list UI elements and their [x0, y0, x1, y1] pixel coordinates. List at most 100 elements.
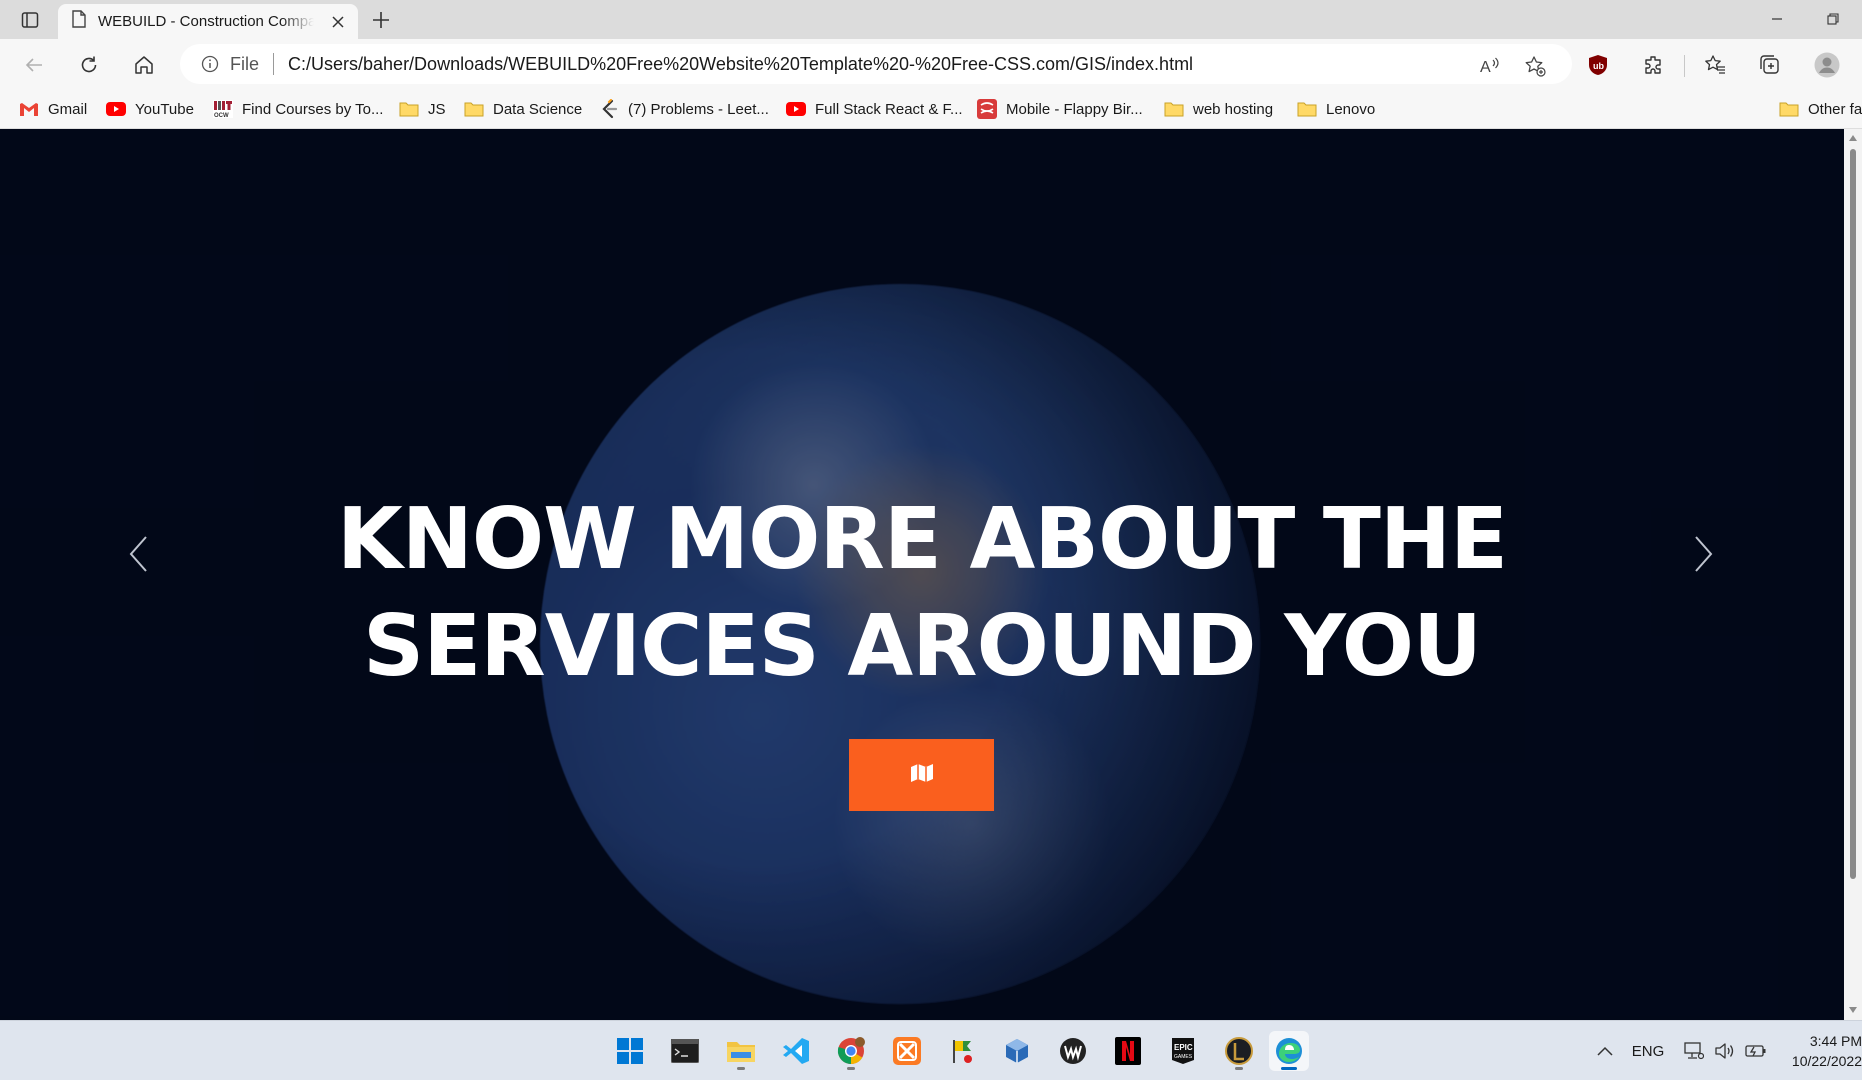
- read-aloud-icon[interactable]: A: [1478, 54, 1502, 78]
- scrollbar-thumb[interactable]: [1850, 149, 1856, 879]
- youtube-icon: [786, 100, 806, 118]
- folder-icon: [1779, 100, 1799, 118]
- volume-icon[interactable]: [1713, 1041, 1735, 1061]
- site-info-icon[interactable]: [200, 54, 220, 74]
- bookmark-leetcode[interactable]: (7) Problems - Leet...: [599, 98, 769, 120]
- clock-date: 10/22/2022: [1791, 1053, 1862, 1069]
- system-clock[interactable]: 3:44 PM 10/22/2022: [1782, 1031, 1862, 1071]
- page-icon: [72, 10, 86, 33]
- network-icon[interactable]: [1683, 1041, 1705, 1061]
- bookmark-folder-lenovo[interactable]: Lenovo: [1297, 98, 1375, 120]
- tab-title: WEBUILD - Construction Company: [98, 13, 314, 30]
- gmail-icon: [19, 100, 39, 118]
- map-icon: [910, 763, 934, 788]
- add-favorite-icon[interactable]: [1523, 54, 1547, 78]
- tab-close-icon[interactable]: [328, 12, 348, 32]
- svg-text:OCW: OCW: [214, 113, 229, 118]
- hero-title-line-2: SERVICES AROUND YOU: [363, 597, 1482, 696]
- bookmark-folder-data-science[interactable]: Data Science: [464, 98, 582, 120]
- windows-taskbar: EPIC GAMES ENG 3:44 PM 10/22/2022: [0, 1020, 1862, 1080]
- favorites-icon[interactable]: [1699, 49, 1731, 81]
- leetcode-icon: [599, 99, 619, 119]
- browser-tab-strip: WEBUILD - Construction Company: [0, 0, 1862, 39]
- app-flag-icon[interactable]: [942, 1031, 982, 1071]
- restore-icon[interactable]: [1820, 6, 1846, 32]
- bookmark-label: Data Science: [493, 100, 583, 118]
- windows-start-icon[interactable]: [610, 1031, 650, 1071]
- bookmark-youtube[interactable]: YouTube: [106, 98, 194, 120]
- folder-icon: [464, 100, 484, 118]
- ublock-extension-icon[interactable]: ub: [1582, 49, 1614, 81]
- bookmark-label: YouTube: [135, 100, 194, 118]
- battery-icon[interactable]: [1743, 1041, 1769, 1061]
- bookmark-label: Gmail: [48, 100, 88, 118]
- netflix-icon[interactable]: [1108, 1031, 1148, 1071]
- carousel-next-icon[interactable]: [1684, 524, 1724, 584]
- bookmark-full-stack-react[interactable]: Full Stack React & F...: [786, 98, 963, 120]
- chrome-icon[interactable]: [831, 1031, 871, 1071]
- clock-time: 3:44 PM: [1809, 1033, 1862, 1049]
- edge-icon[interactable]: [1269, 1031, 1309, 1071]
- bookmark-label: Lenovo: [1326, 100, 1376, 118]
- svg-text:A: A: [1480, 59, 1491, 76]
- bookmark-mobile-flappy-bird[interactable]: Mobile - Flappy Bir...: [977, 98, 1143, 120]
- xampp-icon[interactable]: [887, 1031, 927, 1071]
- running-indicator: [1281, 1067, 1297, 1070]
- hero-map-button[interactable]: [849, 739, 994, 811]
- running-indicator: [737, 1067, 745, 1070]
- folder-icon: [1164, 100, 1184, 118]
- wamp-icon[interactable]: [1053, 1031, 1093, 1071]
- collections-icon[interactable]: [1754, 49, 1786, 81]
- scroll-down-icon[interactable]: [1849, 1007, 1857, 1013]
- svg-text:GAMES: GAMES: [1174, 1054, 1193, 1060]
- running-indicator: [847, 1067, 855, 1070]
- epic-games-icon[interactable]: EPIC GAMES: [1163, 1031, 1203, 1071]
- tab-actions-icon[interactable]: [14, 8, 46, 32]
- bookmarks-bar: Gmail YouTube OCW Find Courses by To... …: [0, 89, 1862, 129]
- bookmark-folder-web-hosting[interactable]: web hosting: [1164, 98, 1273, 120]
- browser-tab-active[interactable]: WEBUILD - Construction Company: [58, 4, 358, 39]
- bookmark-label: Mobile - Flappy Bir...: [1006, 100, 1143, 118]
- virtualbox-icon[interactable]: [997, 1031, 1037, 1071]
- address-bar[interactable]: File C:/Users/baher/Downloads/WEBUILD%20…: [180, 44, 1572, 84]
- new-tab-icon[interactable]: [368, 7, 394, 33]
- folder-icon: [1297, 100, 1317, 118]
- browser-toolbar: File C:/Users/baher/Downloads/WEBUILD%20…: [0, 39, 1862, 89]
- hero-title-line-1: KNOW MORE ABOUT THE: [336, 490, 1508, 589]
- bookmark-label: Other fa: [1808, 100, 1862, 118]
- page-viewport: KNOW MORE ABOUT THE SERVICES AROUND YOU: [0, 129, 1844, 1020]
- refresh-icon[interactable]: [73, 49, 105, 81]
- file-explorer-icon[interactable]: [721, 1031, 761, 1071]
- bookmark-mit-ocw[interactable]: OCW Find Courses by To...: [213, 98, 383, 120]
- bookmark-label: (7) Problems - Leet...: [628, 100, 769, 118]
- youtube-icon: [106, 100, 126, 118]
- bookmark-label: Full Stack React & F...: [815, 100, 963, 118]
- bookmark-label: Find Courses by To...: [242, 100, 384, 118]
- minimize-icon[interactable]: [1764, 6, 1790, 32]
- bookmark-label: web hosting: [1193, 100, 1274, 118]
- league-of-legends-icon[interactable]: [1219, 1031, 1259, 1071]
- address-scheme-label: File: [230, 53, 260, 74]
- bookmark-label: JS: [428, 100, 446, 118]
- running-indicator: [1235, 1067, 1243, 1070]
- vscode-icon[interactable]: [776, 1031, 816, 1071]
- bookmark-folder-js[interactable]: JS: [399, 98, 446, 120]
- bookmark-other-favorites[interactable]: Other fa: [1779, 98, 1862, 120]
- svg-text:EPIC: EPIC: [1174, 1043, 1193, 1052]
- folder-icon: [399, 100, 419, 118]
- home-icon[interactable]: [128, 49, 160, 81]
- address-url[interactable]: C:/Users/baher/Downloads/WEBUILD%20Free%…: [288, 54, 1193, 75]
- bookmark-gmail[interactable]: Gmail: [19, 98, 87, 120]
- terminal-icon[interactable]: [665, 1031, 705, 1071]
- language-indicator[interactable]: ENG: [1630, 1041, 1666, 1061]
- address-separator: [273, 53, 275, 75]
- app-icon: [977, 99, 997, 119]
- mit-ocw-icon: OCW: [213, 100, 233, 118]
- page-scrollbar[interactable]: [1844, 129, 1862, 1020]
- profile-avatar-icon[interactable]: [1811, 49, 1843, 81]
- back-icon[interactable]: [18, 49, 50, 81]
- scroll-up-icon[interactable]: [1849, 135, 1857, 141]
- show-hidden-icons-icon[interactable]: [1594, 1041, 1616, 1061]
- carousel-prev-icon[interactable]: [118, 524, 158, 584]
- extensions-icon[interactable]: [1638, 49, 1670, 81]
